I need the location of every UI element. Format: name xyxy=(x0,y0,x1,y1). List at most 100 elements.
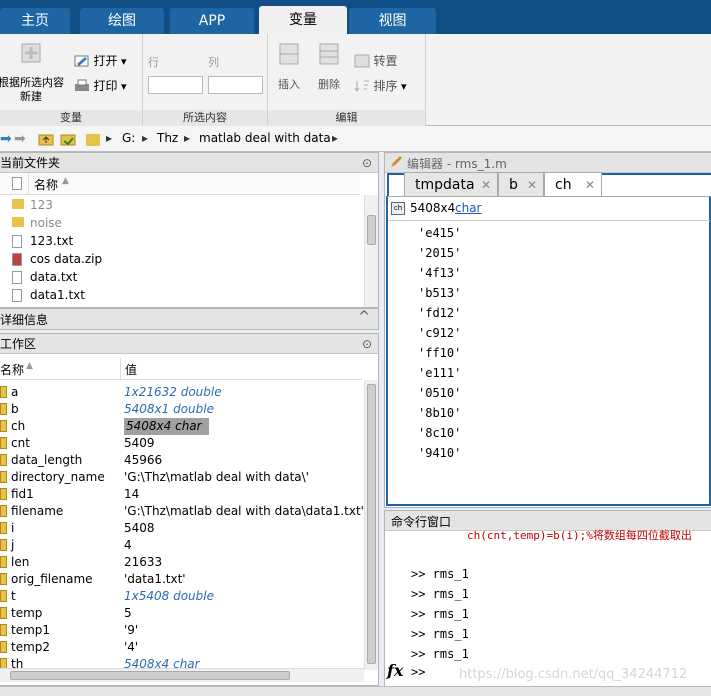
group-variable: 根据所选内容 新建 打开 ▾ 打印 ▾ 变量 xyxy=(0,34,143,126)
group-selection: 行 列 所选内容 xyxy=(143,34,268,126)
workspace-row[interactable]: t 1x5408 double xyxy=(0,588,362,605)
editor-cell[interactable]: '0510' xyxy=(418,385,461,402)
column-name[interactable]: 名称 xyxy=(0,361,24,378)
variable-name: cnt xyxy=(11,436,30,450)
workspace-row[interactable]: fid1 14 xyxy=(0,486,362,503)
editor-tab-b[interactable]: b ✕ xyxy=(498,172,544,196)
variable-name: b xyxy=(11,402,19,416)
tab-apps[interactable]: APP xyxy=(170,8,254,34)
workspace-row[interactable]: len 21633 xyxy=(0,554,362,571)
editor-cell[interactable]: '9410' xyxy=(418,445,461,462)
browse-folder-icon[interactable] xyxy=(60,132,76,149)
print-button[interactable]: 打印 ▾ xyxy=(74,77,127,96)
editor-title: 编辑器 - rms_1.m xyxy=(407,157,507,171)
workspace-row[interactable]: temp1 '9' xyxy=(0,622,362,639)
print-icon xyxy=(74,79,90,96)
up-folder-icon[interactable] xyxy=(38,132,54,149)
new-from-selection-icon[interactable] xyxy=(20,42,42,67)
workspace-row[interactable]: b 5408x1 double xyxy=(0,401,362,418)
editor-cell[interactable]: 'ff10' xyxy=(418,345,461,362)
editor-cell[interactable]: '4f13' xyxy=(418,265,461,282)
path-segment-folder[interactable]: matlab deal with data xyxy=(199,131,331,145)
editor-cell[interactable]: 'fd12' xyxy=(418,305,461,322)
workspace-scrollbar-h[interactable] xyxy=(0,668,364,682)
workspace-row[interactable]: orig_filename 'data1.txt' xyxy=(0,571,362,588)
toolstrip-tabbar: 主页 绘图 APP 变量 视图 xyxy=(0,0,711,34)
workspace-row[interactable]: a 1x21632 double xyxy=(0,384,362,401)
editor-cell[interactable]: 'c912' xyxy=(418,325,461,342)
folder-icon xyxy=(12,199,24,209)
editor-cell[interactable]: '8b10' xyxy=(418,405,461,422)
sort-button[interactable]: 排序 ▾ xyxy=(354,77,407,96)
variable-value: 1x5408 double xyxy=(124,589,214,603)
editor-cell[interactable]: '8c10' xyxy=(418,425,461,442)
panel-menu-icon[interactable]: ⊙ xyxy=(362,153,372,173)
insert-button[interactable]: 插入 xyxy=(278,76,300,92)
path-segment-drive[interactable]: G: xyxy=(122,131,135,145)
tab-plots[interactable]: 绘图 xyxy=(80,8,164,34)
command-prompt[interactable]: >> xyxy=(411,665,425,679)
variable-info-bar: ch 5408x4 char xyxy=(388,197,710,221)
details-panel[interactable]: 详细信息 ^ xyxy=(0,308,379,330)
path-segment-thz[interactable]: Thz xyxy=(157,131,178,145)
new-from-selection-button[interactable]: 根据所选内容 新建 xyxy=(0,76,64,104)
workspace-row[interactable]: directory_name 'G:\Thz\matlab deal with d… xyxy=(0,469,362,486)
sort-asc-icon: ▲ xyxy=(26,361,33,371)
folder-list-item[interactable]: cos data.zip xyxy=(0,251,360,268)
column-value[interactable]: 值 xyxy=(125,361,137,378)
col-field[interactable] xyxy=(208,76,263,94)
open-button[interactable]: 打开 ▾ xyxy=(74,52,127,71)
close-icon[interactable]: ✕ xyxy=(527,173,537,197)
variable-icon xyxy=(0,641,7,653)
column-name[interactable]: 名称 xyxy=(34,176,58,193)
fx-icon[interactable]: fx xyxy=(387,661,413,687)
variable-value: 5408 xyxy=(124,521,155,535)
tab-view[interactable]: 视图 xyxy=(349,8,436,34)
delete-button[interactable]: 删除 xyxy=(318,76,340,92)
collapse-icon[interactable]: ^ xyxy=(358,309,370,325)
tab-home[interactable]: 主页 xyxy=(0,8,70,34)
variable-icon xyxy=(0,624,7,636)
variable-type-link[interactable]: char xyxy=(455,201,482,215)
workspace-row[interactable]: cnt 5409 xyxy=(0,435,362,452)
workspace-row[interactable]: data_length 45966 xyxy=(0,452,362,469)
editor-tab-tmpdata[interactable]: tmpdata ✕ xyxy=(404,172,498,196)
tab-variable[interactable]: 变量 xyxy=(259,6,347,34)
close-icon[interactable]: ✕ xyxy=(481,173,491,197)
command-line: >> rms_1 xyxy=(411,587,469,601)
editor-tab-ch[interactable]: ch ✕ xyxy=(544,172,602,196)
workspace-row[interactable]: temp 5 xyxy=(0,605,362,622)
back-icon[interactable]: ➡ xyxy=(0,131,12,147)
transpose-button[interactable]: 转置 xyxy=(354,52,398,71)
workspace-row[interactable]: j4 xyxy=(0,537,362,554)
editor-cell[interactable]: 'b513' xyxy=(418,285,461,302)
folder-list-item[interactable]: 123 xyxy=(0,197,360,214)
editor-body: ch 5408x4 char 'e415' '2015' '4f13' 'b513' '… xyxy=(386,196,711,506)
editor-cell[interactable]: 'e111' xyxy=(418,365,461,382)
workspace-column-header: 名称 ▲ 值 xyxy=(0,358,362,380)
close-icon[interactable]: ✕ xyxy=(585,173,595,197)
current-folder-panel: 当前文件夹 ⊙ 名称 ▲ 123 noise 123.txt cos data.zip… xyxy=(0,152,379,308)
folder-list-item[interactable]: noise xyxy=(0,215,360,232)
transpose-icon xyxy=(354,54,370,71)
workspace-row[interactable]: ch 5408x4 char xyxy=(0,418,362,435)
col-label: 列 xyxy=(208,56,219,69)
command-window-title: 命令行窗口 xyxy=(391,515,452,529)
workspace-row[interactable]: temp2 '4' xyxy=(0,639,362,656)
variable-icon xyxy=(0,573,7,585)
editor-cell[interactable]: '2015' xyxy=(418,245,461,262)
folder-scrollbar[interactable] xyxy=(364,195,378,307)
folder-list-item[interactable]: data1.txt xyxy=(0,287,360,304)
workspace-row[interactable]: filename 'G:\Thz\matlab deal with data\da… xyxy=(0,503,364,520)
workspace-scrollbar-v[interactable] xyxy=(364,380,378,670)
folder-list-item[interactable]: data.txt xyxy=(0,269,360,286)
workspace-row[interactable]: i 5408 xyxy=(0,520,362,537)
current-folder-column-header: 名称 ▲ xyxy=(0,173,360,195)
forward-icon[interactable]: ➡ xyxy=(14,131,26,147)
row-field[interactable] xyxy=(148,76,203,94)
workspace-menu-icon[interactable]: ⊙ xyxy=(362,334,372,354)
editor-cell[interactable]: 'e415' xyxy=(418,225,461,242)
command-partial-line: ch(cnt,temp)=b(i);%将数组每四位截取出 xyxy=(467,529,692,542)
variable-value: 'data1.txt' xyxy=(124,572,186,586)
folder-list-item[interactable]: 123.txt xyxy=(0,233,360,250)
